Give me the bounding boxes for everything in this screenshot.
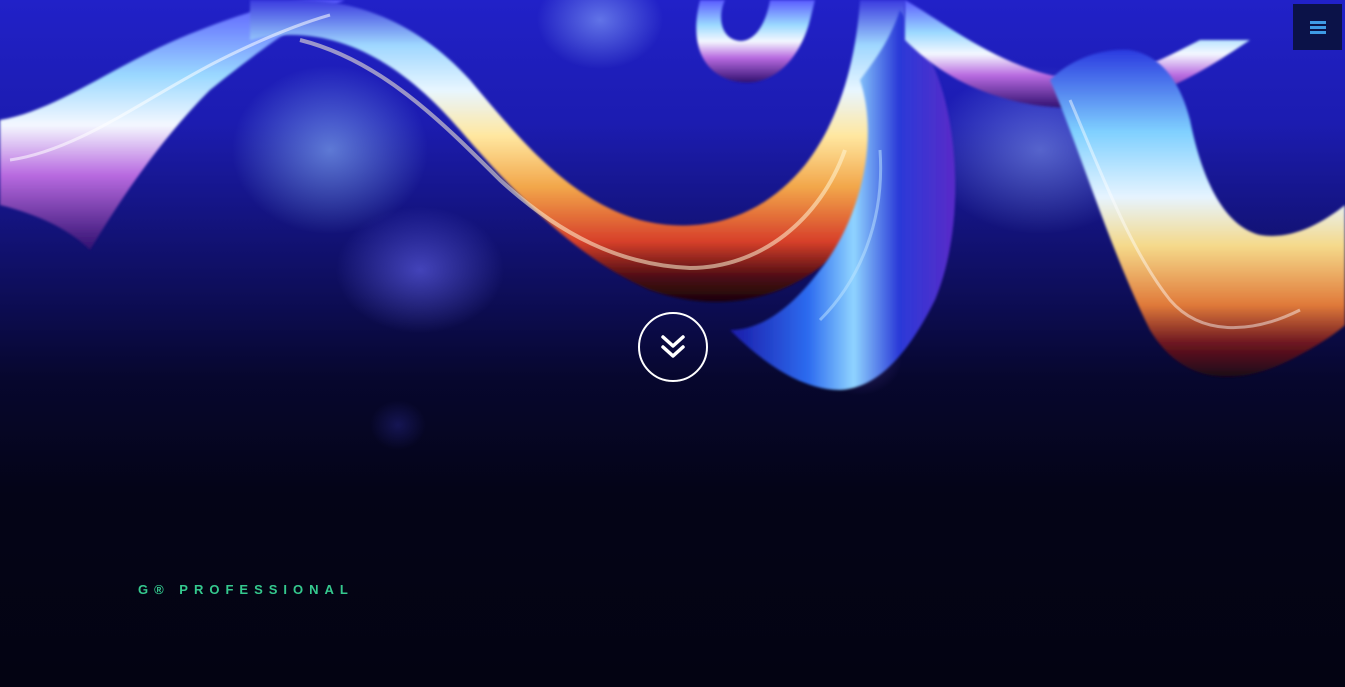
scroll-down-button[interactable] [638, 312, 708, 382]
double-chevron-down-icon [661, 335, 685, 358]
brand-logo-text[interactable]: G® PROFESSIONAL [138, 582, 354, 597]
hamburger-menu-icon [1309, 20, 1326, 34]
menu-icon-line [1309, 20, 1326, 24]
hero-section: G® PROFESSIONAL [0, 0, 1345, 687]
menu-icon-line [1309, 30, 1326, 34]
menu-icon-line [1309, 25, 1326, 29]
menu-button[interactable] [1293, 4, 1342, 50]
